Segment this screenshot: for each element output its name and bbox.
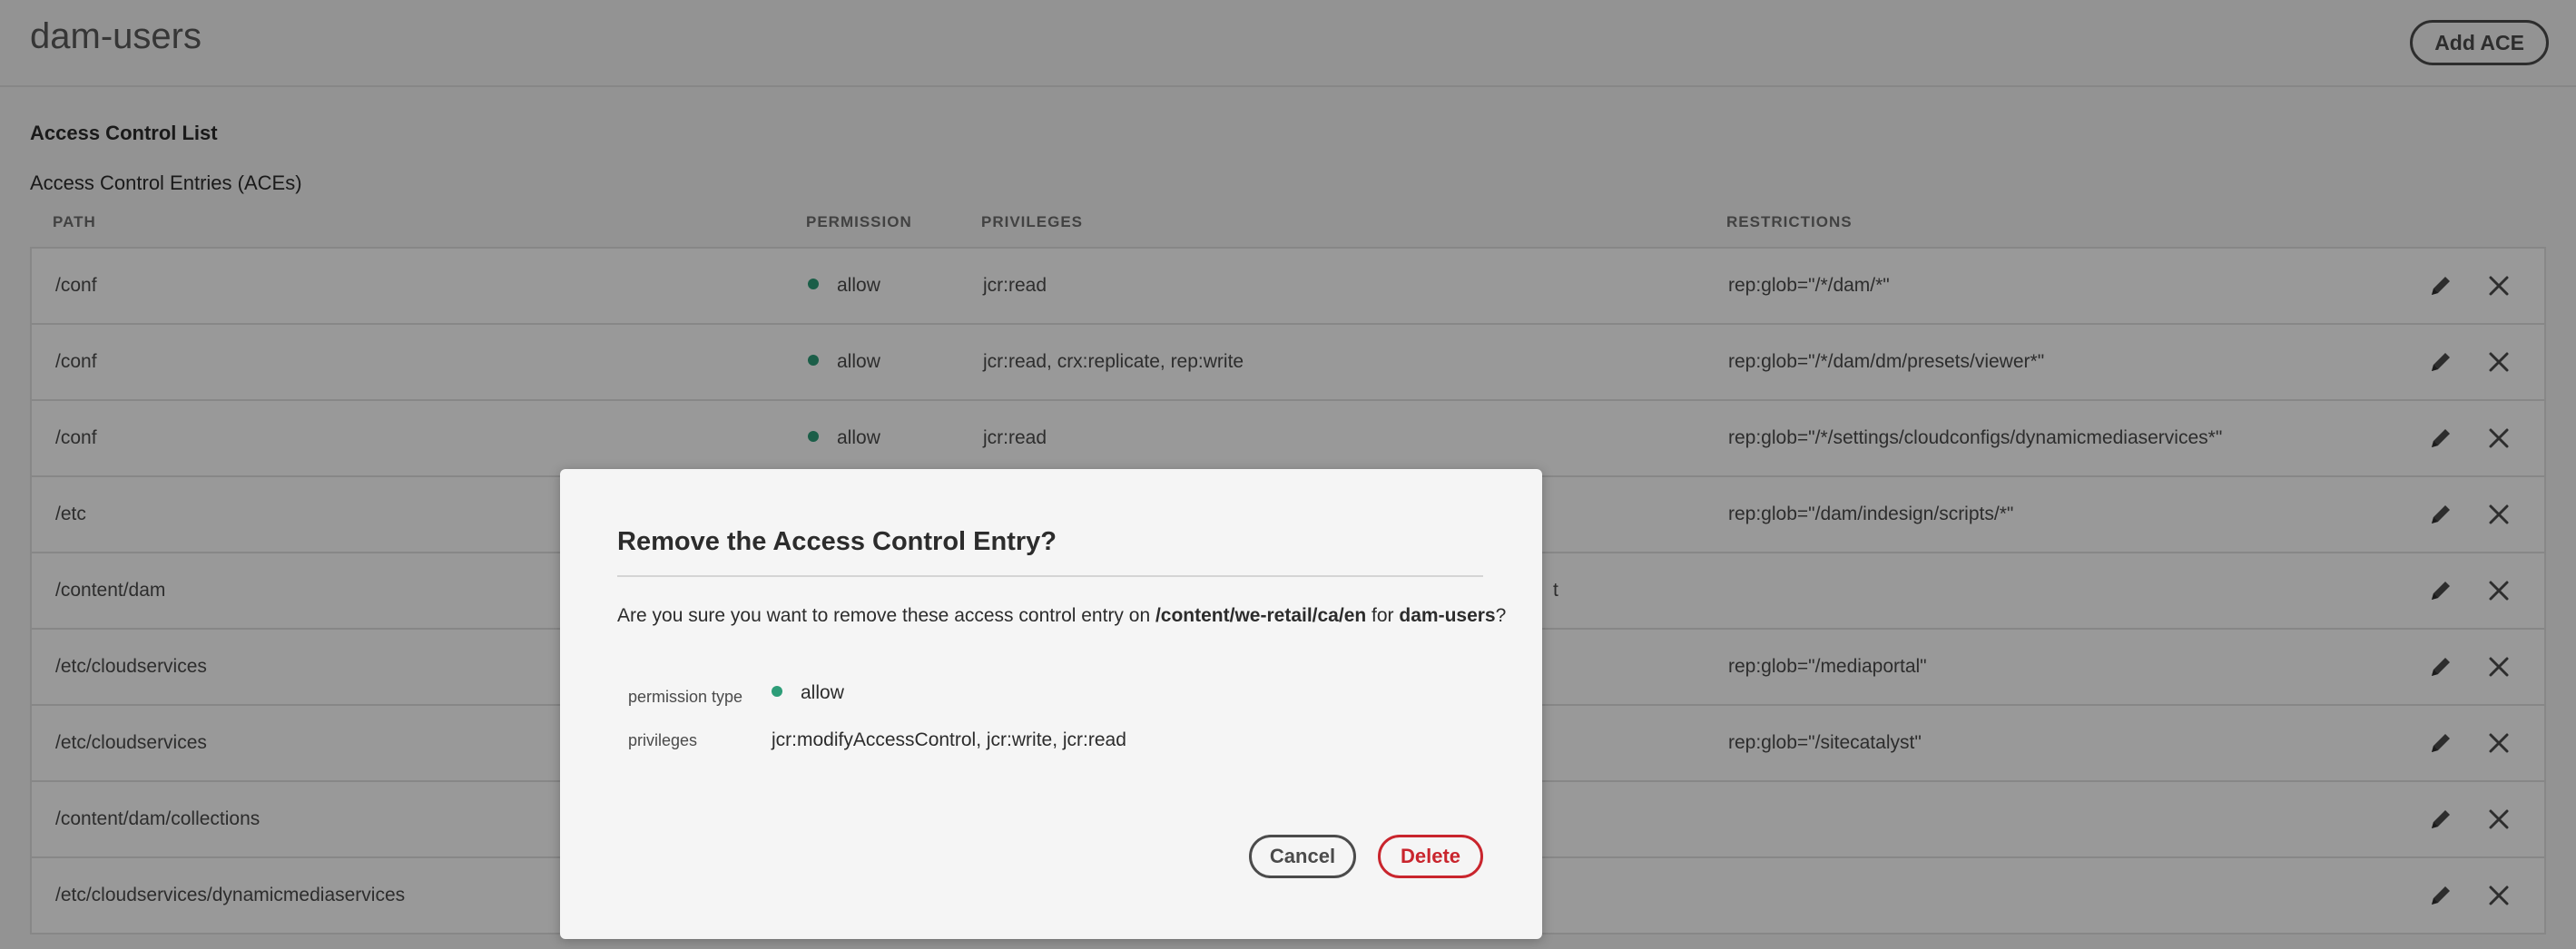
message-user: dam-users	[1399, 605, 1496, 626]
dialog-divider	[617, 575, 1483, 577]
permission-type-value: allow	[772, 682, 844, 704]
privileges-label: privileges	[628, 731, 698, 749]
dialog-title: Remove the Access Control Entry?	[617, 527, 1057, 556]
message-suffix: ?	[1495, 605, 1507, 626]
remove-ace-dialog: Remove the Access Control Entry? Are you…	[560, 469, 1542, 939]
message-path: /content/we-retail/ca/en	[1155, 605, 1367, 626]
delete-button[interactable]: Delete	[1378, 835, 1483, 878]
message-for: for	[1366, 605, 1400, 626]
message-prefix: Are you sure you want to remove these ac…	[617, 605, 1155, 626]
permission-type-label: permission type	[628, 688, 743, 706]
privileges-value: jcr:modifyAccessControl, jcr:write, jcr:…	[772, 729, 1126, 750]
dialog-message: Are you sure you want to remove these ac…	[617, 605, 1506, 627]
cancel-button[interactable]: Cancel	[1249, 835, 1356, 878]
allow-status-dot	[772, 686, 782, 698]
permission-type-text: allow	[801, 682, 844, 703]
